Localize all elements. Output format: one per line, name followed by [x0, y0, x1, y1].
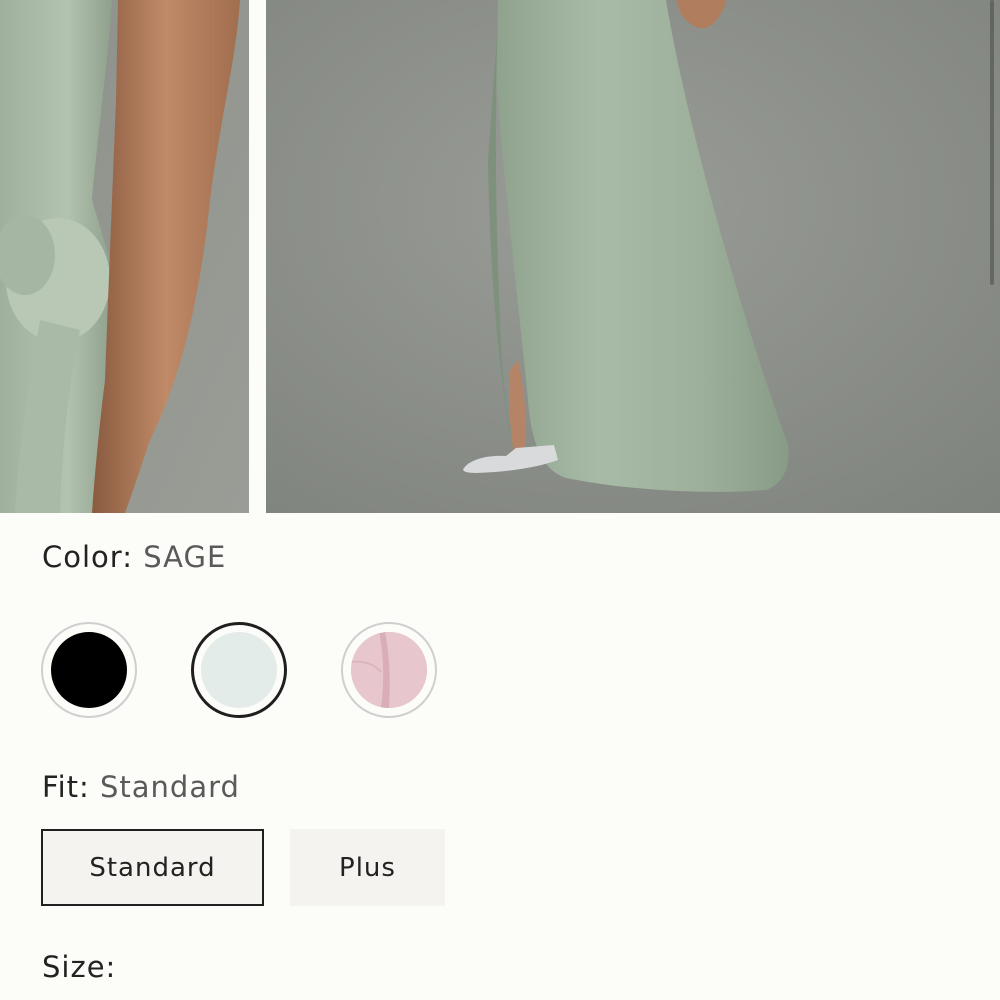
- fit-option-plus[interactable]: Plus: [290, 829, 445, 906]
- swatch-black[interactable]: [41, 622, 137, 718]
- swatch-pink[interactable]: [341, 622, 437, 718]
- product-photo-full[interactable]: [266, 0, 1000, 513]
- fit-label: Fit:: [42, 770, 90, 804]
- color-label-row: Color: SAGE: [42, 540, 226, 574]
- fit-option-standard[interactable]: Standard: [41, 829, 264, 906]
- color-label: Color:: [42, 540, 133, 574]
- fit-option-plus-label: Plus: [339, 852, 396, 883]
- fit-label-row: Fit: Standard: [42, 770, 240, 804]
- size-label: Size:: [42, 950, 117, 984]
- product-photo-detail-image: [0, 0, 249, 513]
- fit-selected-value: Standard: [100, 770, 240, 804]
- size-label-row: Size:: [42, 950, 116, 984]
- product-photo-full-image: [266, 0, 1000, 513]
- swatch-pink-fill: [351, 632, 427, 708]
- product-photo-detail[interactable]: [0, 0, 249, 513]
- product-image-gallery[interactable]: [0, 0, 1000, 513]
- swatch-black-fill: [51, 632, 127, 708]
- gallery-scrollbar[interactable]: [990, 0, 994, 285]
- fit-option-standard-label: Standard: [89, 852, 216, 883]
- swatch-sage-fill: [201, 632, 277, 708]
- swatch-pink-texture: [351, 632, 427, 708]
- color-selected-value: SAGE: [143, 540, 227, 574]
- swatch-sage[interactable]: [191, 622, 287, 718]
